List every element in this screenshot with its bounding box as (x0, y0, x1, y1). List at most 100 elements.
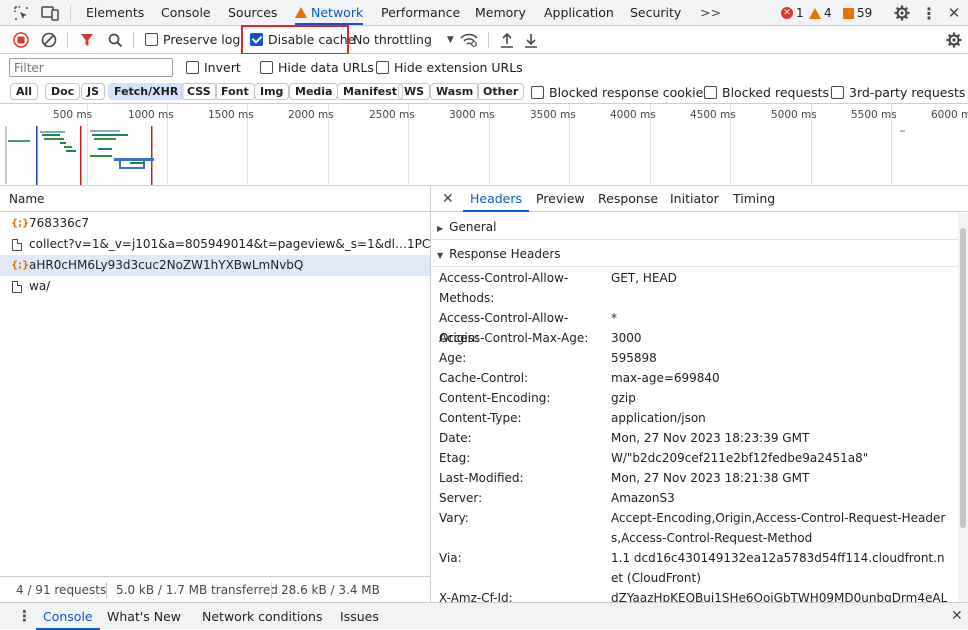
tab-security[interactable]: Security (630, 0, 681, 25)
tab-headers[interactable]: Headers (463, 186, 530, 212)
type-filter-doc[interactable]: Doc (45, 83, 81, 100)
type-filter-other[interactable]: Other (477, 83, 525, 100)
request-row[interactable]: collect?v=1&_v=j101&a=805949014&t=pagevi… (0, 234, 430, 255)
drawer-menu-icon[interactable]: ⋮ (17, 603, 32, 630)
preserve-log-checkbox[interactable]: Preserve log (145, 32, 240, 47)
hide-extension-urls-checkbox[interactable]: Hide extension URLs (376, 60, 523, 75)
tab-initiator[interactable]: Initiator (670, 186, 719, 212)
blocked-response-cookies-checkbox[interactable]: Blocked response cookies (531, 85, 710, 100)
request-row[interactable]: {;} 768336c7 (0, 213, 430, 234)
response-headers-section-header[interactable]: ▼ Response Headers (431, 241, 968, 267)
type-filter-wasm[interactable]: Wasm (430, 83, 480, 100)
network-overview-timeline[interactable]: 500 ms 1000 ms 1500 ms 2000 ms 2500 ms 3… (0, 104, 968, 186)
tab-console[interactable]: Console (161, 0, 211, 25)
type-filter-img[interactable]: Img (254, 83, 290, 100)
drawer-tab-whats-new[interactable]: What's New (107, 603, 181, 630)
type-filter-media[interactable]: Media (289, 83, 339, 100)
clear-icon[interactable] (40, 31, 58, 49)
hide-data-urls-box[interactable] (260, 61, 273, 74)
drawer-tab-network-conditions[interactable]: Network conditions (202, 603, 322, 630)
resource-type-filter-bar: All Doc JS Fetch/XHR CSS Font Img Media … (0, 80, 968, 104)
type-filter-manifest[interactable]: Manifest (337, 83, 404, 100)
close-details-icon[interactable]: ✕ (442, 186, 454, 212)
blocked-requests-box[interactable] (704, 86, 717, 99)
header-key: Cache-Control: (439, 371, 529, 385)
tab-timing[interactable]: Timing (733, 186, 775, 212)
inspect-element-icon[interactable] (12, 4, 30, 22)
network-conditions-icon[interactable] (460, 31, 478, 49)
filter-input[interactable] (9, 58, 173, 77)
header-value: W/"b2dc209cef211e2bf12fedbe9a2451a8" (611, 451, 869, 465)
hide-data-urls-checkbox[interactable]: Hide data URLs (260, 60, 374, 75)
network-settings-gear-icon[interactable] (945, 31, 963, 49)
header-value: 1.1 dcd16c430149132ea12a5783d54ff114.clo… (611, 551, 945, 585)
drawer-tab-issues[interactable]: Issues (340, 603, 379, 630)
type-filter-ws[interactable]: WS (398, 83, 431, 100)
filter-funnel-icon[interactable] (78, 31, 96, 49)
preserve-log-box[interactable] (145, 33, 158, 46)
more-tabs-icon[interactable]: >> (700, 0, 721, 25)
request-name: wa/ (29, 279, 51, 293)
type-filter-css[interactable]: CSS (181, 83, 217, 100)
request-row-selected[interactable]: {;} aHR0cHM6Ly93d3cuc2NoZW1hYXBwLmNvbQ (0, 255, 430, 276)
filter-bar: Invert Hide data URLs Hide extension URL… (0, 54, 968, 80)
header-value: 595898 (611, 351, 657, 365)
hide-extension-urls-box[interactable] (376, 61, 389, 74)
tab-memory[interactable]: Memory (475, 0, 526, 25)
summary-separator (106, 582, 107, 598)
type-filter-font[interactable]: Font (215, 83, 255, 100)
error-count: 1 (796, 6, 804, 20)
tab-application[interactable]: Application (544, 0, 614, 25)
request-list-pane: Name {;} 768336c7 collect?v=1&_v=j101&a=8… (0, 186, 431, 623)
header-value: Mon, 27 Nov 2023 18:23:39 GMT (611, 431, 810, 445)
tab-network-label: Network (311, 5, 364, 20)
stop-recording-icon[interactable] (12, 31, 30, 49)
xhr-icon: {;} (11, 218, 30, 229)
third-party-requests-checkbox[interactable]: 3rd-party requests (831, 85, 965, 100)
blocked-requests-checkbox[interactable]: Blocked requests (704, 85, 829, 100)
invert-label: Invert (204, 60, 241, 75)
request-name: collect?v=1&_v=j101&a=805949014&t=pagevi… (29, 237, 430, 251)
request-row[interactable]: wa/ (0, 276, 430, 297)
throttling-value: No throttling (353, 32, 432, 47)
issues-count: 59 (857, 6, 873, 20)
header-value: 3000 (611, 331, 642, 345)
type-filter-all[interactable]: All (10, 83, 39, 100)
preserve-log-label: Preserve log (163, 32, 241, 47)
tab-response[interactable]: Response (598, 186, 658, 212)
settings-gear-icon[interactable] (893, 4, 911, 22)
issues-count-badge[interactable]: 59 (843, 6, 872, 20)
type-filter-fetch-xhr[interactable]: Fetch/XHR (108, 83, 185, 100)
close-devtools-icon[interactable]: ✕ (945, 4, 963, 22)
search-icon[interactable] (106, 31, 124, 49)
issues-icon (843, 7, 854, 19)
hide-data-urls-label: Hide data URLs (278, 60, 374, 75)
tab-preview[interactable]: Preview (536, 186, 585, 212)
expand-arrow-icon: ▶ (437, 224, 444, 233)
error-count-badge[interactable]: ✕ 1 (781, 6, 804, 20)
tab-sources[interactable]: Sources (228, 0, 277, 25)
general-section-header[interactable]: ▶ General (431, 214, 968, 240)
third-party-requests-box[interactable] (831, 86, 844, 99)
name-column-header[interactable]: Name (0, 186, 431, 212)
close-drawer-icon[interactable]: ✕ (951, 603, 963, 630)
import-har-icon[interactable] (498, 31, 516, 49)
invert-box[interactable] (186, 61, 199, 74)
transferred-size: 5.0 kB / 1.7 MB transferred (116, 583, 278, 597)
device-toolbar-icon[interactable] (41, 4, 59, 22)
invert-checkbox[interactable]: Invert (186, 60, 241, 75)
warning-count: 4 (824, 6, 832, 20)
export-har-icon[interactable] (522, 31, 540, 49)
more-options-icon[interactable]: ⋮ (920, 4, 938, 23)
warning-count-badge[interactable]: 4 (809, 6, 832, 20)
general-section-title: General (449, 220, 497, 234)
type-filter-js[interactable]: JS (81, 83, 106, 100)
throttling-select[interactable]: No throttling ▼ (353, 32, 454, 47)
tabbar-separator (70, 5, 71, 21)
tab-elements[interactable]: Elements (86, 0, 144, 25)
details-scrollbar-thumb[interactable] (960, 228, 966, 528)
drawer-tab-console[interactable]: Console (36, 603, 100, 630)
tab-performance[interactable]: Performance (381, 0, 460, 25)
blocked-response-cookies-box[interactable] (531, 86, 544, 99)
tab-network[interactable]: Network (295, 0, 364, 25)
